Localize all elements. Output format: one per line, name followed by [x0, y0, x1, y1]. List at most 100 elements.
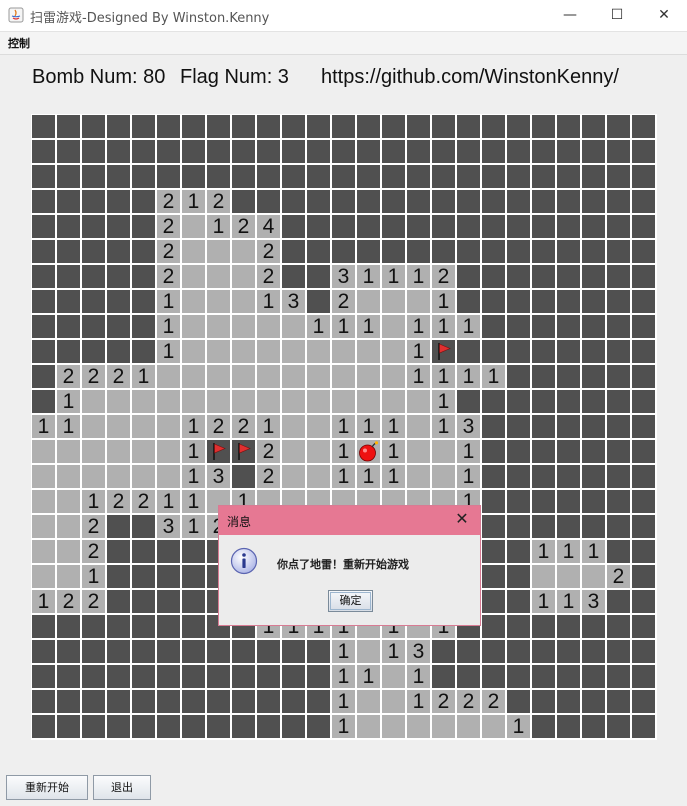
- covered-cell[interactable]: [32, 340, 55, 363]
- covered-cell[interactable]: [82, 165, 105, 188]
- covered-cell[interactable]: [107, 340, 130, 363]
- covered-cell[interactable]: [632, 440, 655, 463]
- covered-cell[interactable]: [607, 665, 630, 688]
- covered-cell[interactable]: [457, 190, 480, 213]
- covered-cell[interactable]: [457, 340, 480, 363]
- covered-cell[interactable]: [282, 165, 305, 188]
- covered-cell[interactable]: [532, 290, 555, 313]
- covered-cell[interactable]: [507, 315, 530, 338]
- covered-cell[interactable]: [507, 440, 530, 463]
- covered-cell[interactable]: [82, 215, 105, 238]
- covered-cell[interactable]: [82, 240, 105, 263]
- covered-cell[interactable]: [157, 665, 180, 688]
- covered-cell[interactable]: [532, 415, 555, 438]
- covered-cell[interactable]: [132, 640, 155, 663]
- covered-cell[interactable]: [607, 240, 630, 263]
- covered-cell[interactable]: [532, 165, 555, 188]
- covered-cell[interactable]: [532, 665, 555, 688]
- covered-cell[interactable]: [182, 640, 205, 663]
- covered-cell[interactable]: [382, 115, 405, 138]
- covered-cell[interactable]: [132, 715, 155, 738]
- covered-cell[interactable]: [82, 290, 105, 313]
- covered-cell[interactable]: [482, 565, 505, 588]
- covered-cell[interactable]: [307, 665, 330, 688]
- covered-cell[interactable]: [557, 690, 580, 713]
- covered-cell[interactable]: [507, 290, 530, 313]
- covered-cell[interactable]: [632, 215, 655, 238]
- covered-cell[interactable]: [132, 190, 155, 213]
- covered-cell[interactable]: [457, 640, 480, 663]
- covered-cell[interactable]: [507, 115, 530, 138]
- covered-cell[interactable]: [32, 240, 55, 263]
- covered-cell[interactable]: [82, 115, 105, 138]
- covered-cell[interactable]: [482, 415, 505, 438]
- covered-cell[interactable]: [107, 215, 130, 238]
- covered-cell[interactable]: [507, 565, 530, 588]
- covered-cell[interactable]: [482, 640, 505, 663]
- covered-cell[interactable]: [182, 665, 205, 688]
- covered-cell[interactable]: [32, 315, 55, 338]
- covered-cell[interactable]: [82, 340, 105, 363]
- covered-cell[interactable]: [632, 290, 655, 313]
- covered-cell[interactable]: [557, 715, 580, 738]
- covered-cell[interactable]: [57, 665, 80, 688]
- covered-cell[interactable]: [507, 365, 530, 388]
- covered-cell[interactable]: [582, 490, 605, 513]
- covered-cell[interactable]: [582, 340, 605, 363]
- covered-cell[interactable]: [382, 165, 405, 188]
- covered-cell[interactable]: [457, 390, 480, 413]
- covered-cell[interactable]: [332, 115, 355, 138]
- covered-cell[interactable]: [532, 340, 555, 363]
- covered-cell[interactable]: [457, 290, 480, 313]
- covered-cell[interactable]: [207, 165, 230, 188]
- covered-cell[interactable]: [432, 190, 455, 213]
- dialog-close-button[interactable]: ✕: [452, 509, 472, 529]
- covered-cell[interactable]: [582, 115, 605, 138]
- covered-cell[interactable]: [582, 615, 605, 638]
- covered-cell[interactable]: [107, 615, 130, 638]
- covered-cell[interactable]: [482, 265, 505, 288]
- menu-control[interactable]: 控制: [8, 35, 30, 51]
- covered-cell[interactable]: [557, 415, 580, 438]
- covered-cell[interactable]: [382, 140, 405, 163]
- covered-cell[interactable]: [107, 240, 130, 263]
- covered-cell[interactable]: [157, 590, 180, 613]
- covered-cell[interactable]: [632, 690, 655, 713]
- covered-cell[interactable]: [257, 190, 280, 213]
- covered-cell[interactable]: [557, 490, 580, 513]
- covered-cell[interactable]: [182, 140, 205, 163]
- covered-cell[interactable]: [257, 715, 280, 738]
- covered-cell[interactable]: [532, 265, 555, 288]
- covered-cell[interactable]: [557, 165, 580, 188]
- covered-cell[interactable]: [157, 165, 180, 188]
- covered-cell[interactable]: [582, 190, 605, 213]
- covered-cell[interactable]: [57, 215, 80, 238]
- covered-cell[interactable]: [557, 215, 580, 238]
- covered-cell[interactable]: [607, 440, 630, 463]
- covered-cell[interactable]: [607, 140, 630, 163]
- covered-cell[interactable]: [457, 140, 480, 163]
- covered-cell[interactable]: [357, 190, 380, 213]
- covered-cell[interactable]: [457, 165, 480, 188]
- covered-cell[interactable]: [107, 565, 130, 588]
- covered-cell[interactable]: [157, 140, 180, 163]
- covered-cell[interactable]: [57, 115, 80, 138]
- covered-cell[interactable]: [582, 215, 605, 238]
- covered-cell[interactable]: [357, 115, 380, 138]
- covered-cell[interactable]: [107, 540, 130, 563]
- covered-cell[interactable]: [482, 440, 505, 463]
- covered-cell[interactable]: [607, 640, 630, 663]
- ok-button[interactable]: 确定: [328, 590, 373, 612]
- covered-cell[interactable]: [582, 690, 605, 713]
- covered-cell[interactable]: [632, 415, 655, 438]
- covered-cell[interactable]: [157, 640, 180, 663]
- covered-cell[interactable]: [182, 565, 205, 588]
- covered-cell[interactable]: [557, 315, 580, 338]
- covered-cell[interactable]: [207, 690, 230, 713]
- covered-cell[interactable]: [507, 515, 530, 538]
- covered-cell[interactable]: [482, 240, 505, 263]
- covered-cell[interactable]: [107, 640, 130, 663]
- covered-cell[interactable]: [182, 590, 205, 613]
- covered-cell[interactable]: [632, 640, 655, 663]
- covered-cell[interactable]: [632, 340, 655, 363]
